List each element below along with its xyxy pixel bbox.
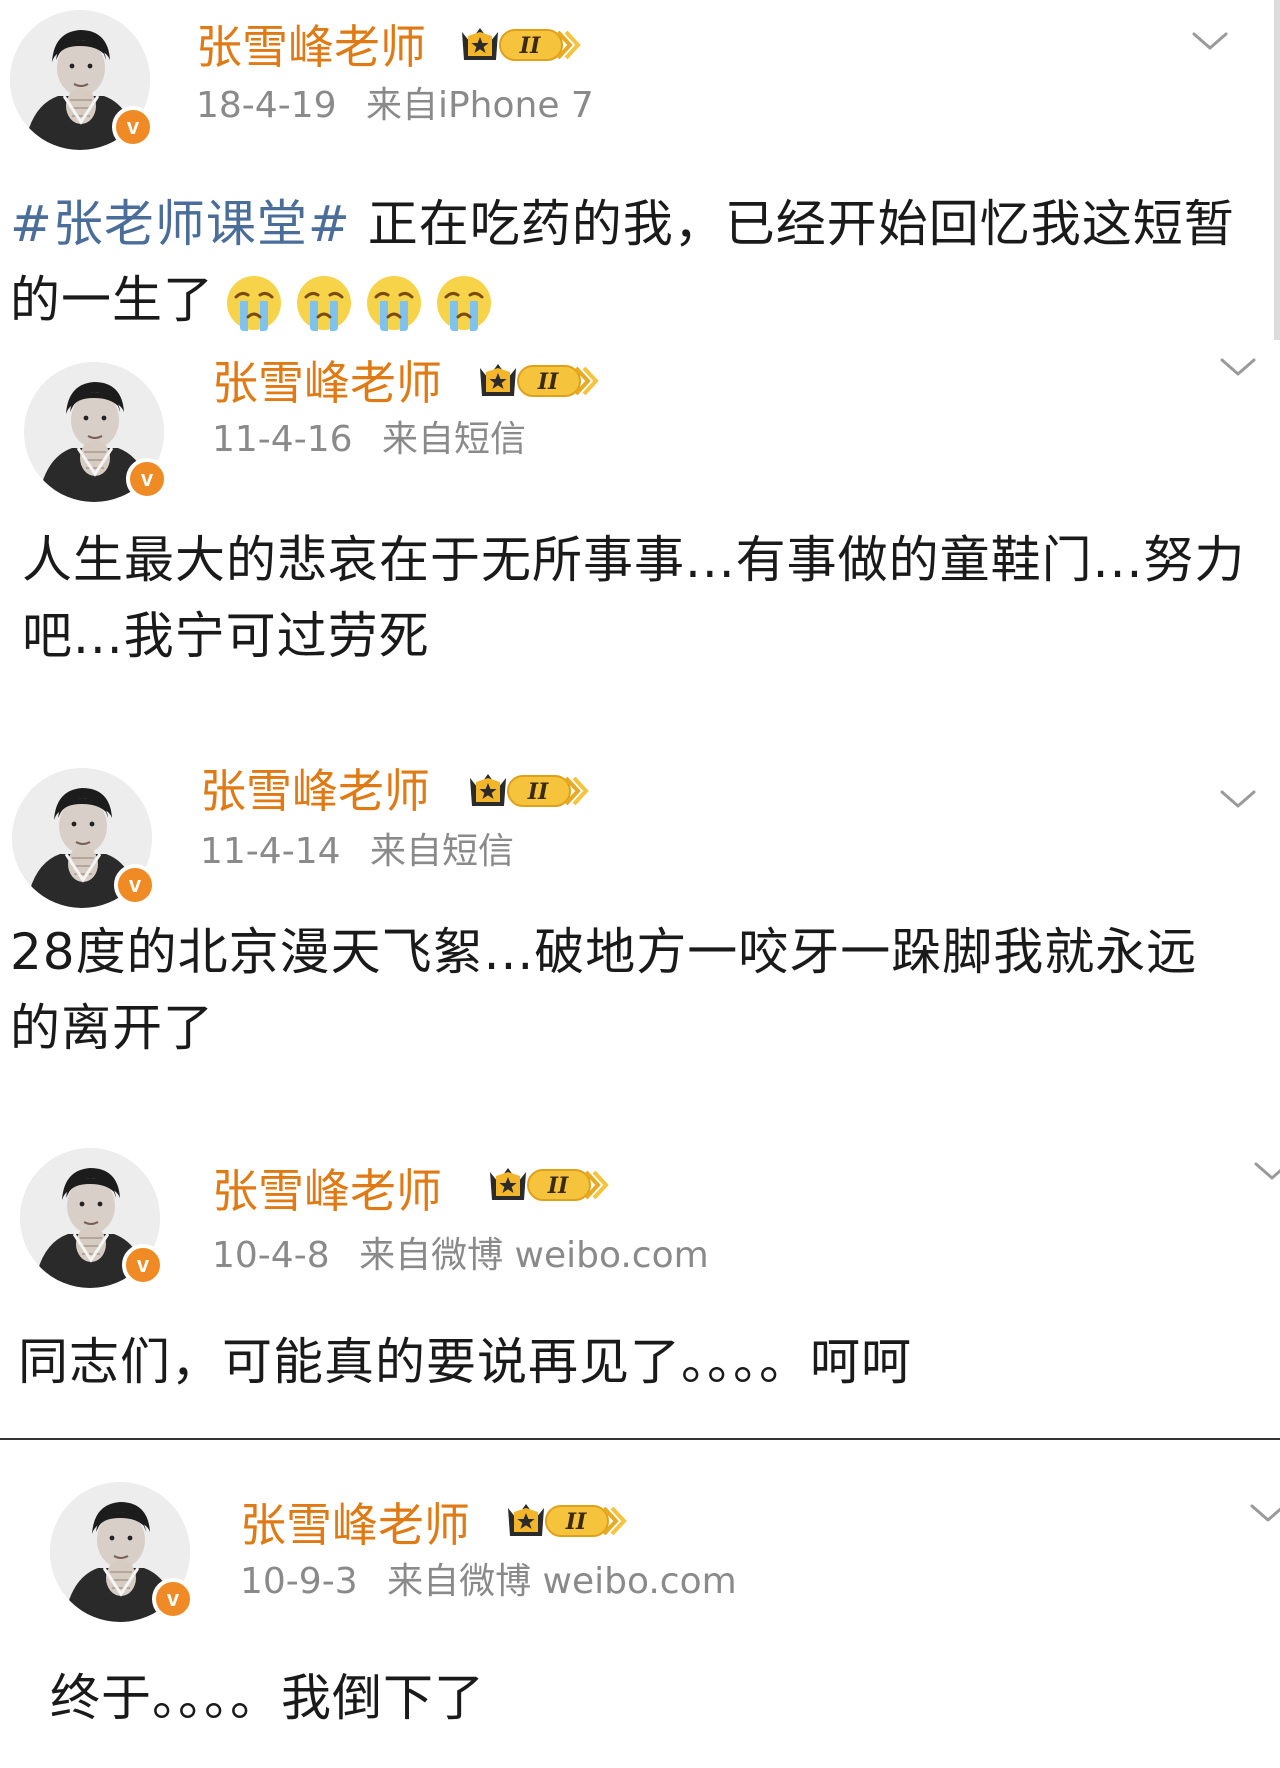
post-source: 来自iPhone 7	[365, 85, 594, 126]
crown-level-badge-icon[interactable]	[476, 358, 602, 402]
crying-face-icon	[295, 274, 353, 332]
post-source: 来自微博 weibo.com	[387, 1561, 737, 1602]
avatar[interactable]: v	[50, 1482, 194, 1622]
verified-badge-icon: v	[114, 864, 156, 906]
verified-badge-icon: v	[126, 458, 168, 500]
post-content: 终于。。。。我倒下了	[50, 1669, 485, 1727]
crown-level-badge-icon[interactable]	[466, 768, 592, 812]
post-0: v 张雪峰老师 18-4-19 来自iPhone 7 #张老师课堂# 正在吃药的…	[0, 0, 1280, 340]
post-date: 10-9-3	[240, 1561, 358, 1602]
post-source: 来自短信	[381, 419, 526, 460]
post-content: 28度的北京漫天飞絮...破地方一咬牙一跺脚我就永远的离开了	[10, 923, 1198, 1057]
post-3: v 张雪峰老师 10-4-8 来自微博 weibo.com 同志们，可能真的要说…	[0, 1126, 1280, 1438]
post-date: 10-4-8	[212, 1235, 330, 1276]
post-date: 18-4-19	[196, 85, 337, 126]
post-content: 同志们，可能真的要说再见了。。。。呵呵	[18, 1333, 912, 1391]
crying-face-icon	[435, 274, 493, 332]
post-date: 11-4-14	[200, 831, 341, 872]
chevron-down-icon[interactable]	[1190, 30, 1230, 54]
chevron-down-icon[interactable]	[1218, 788, 1258, 812]
topic-link[interactable]: #张老师课堂#	[10, 195, 351, 253]
username[interactable]: 张雪峰老师	[212, 1168, 442, 1214]
crying-face-icon	[225, 274, 283, 332]
verified-badge-icon: v	[152, 1578, 194, 1620]
emoji-row	[214, 266, 494, 342]
crying-face-icon	[365, 274, 423, 332]
post-content: 人生最大的悲哀在于无所事事...有事做的童鞋门...努力吧...我宁可过劳死	[22, 531, 1246, 665]
username[interactable]: 张雪峰老师	[212, 360, 442, 406]
avatar[interactable]: v	[24, 362, 168, 502]
crown-level-badge-icon[interactable]	[486, 1162, 612, 1206]
weibo-feed: v 张雪峰老师 18-4-19 来自iPhone 7 #张老师课堂# 正在吃药的…	[0, 0, 1280, 1768]
username[interactable]: 张雪峰老师	[196, 24, 426, 70]
avatar[interactable]: v	[20, 1148, 164, 1288]
post-2: v 张雪峰老师 11-4-14 来自短信 28度的北京漫天飞絮...破地方一咬牙…	[0, 728, 1280, 1088]
post-1: v 张雪峰老师 11-4-16 来自短信 人生最大的悲哀在于无所事事...有事做…	[0, 340, 1280, 680]
crown-level-badge-icon[interactable]	[458, 22, 584, 66]
post-source: 来自微博 weibo.com	[359, 1235, 709, 1276]
chevron-down-icon[interactable]	[1248, 1502, 1280, 1526]
post-date: 11-4-16	[212, 419, 353, 460]
username[interactable]: 张雪峰老师	[200, 768, 430, 814]
chevron-down-icon[interactable]	[1252, 1160, 1280, 1184]
avatar[interactable]: v	[10, 10, 154, 150]
chevron-down-icon[interactable]	[1218, 356, 1258, 380]
avatar[interactable]: v	[12, 768, 156, 908]
scroll-edge	[1274, 0, 1280, 340]
verified-badge-icon: v	[122, 1244, 164, 1286]
post-4: v 张雪峰老师 10-9-3 来自微博 weibo.com 终于。。。。我倒下了	[0, 1440, 1280, 1768]
post-source: 来自短信	[369, 831, 514, 872]
crown-level-badge-icon[interactable]	[504, 1498, 630, 1542]
username[interactable]: 张雪峰老师	[240, 1502, 470, 1548]
post-content: #张老师课堂# 正在吃药的我，已经开始回忆我这短暂的一生了	[10, 186, 1240, 342]
verified-badge-icon: v	[112, 106, 154, 148]
